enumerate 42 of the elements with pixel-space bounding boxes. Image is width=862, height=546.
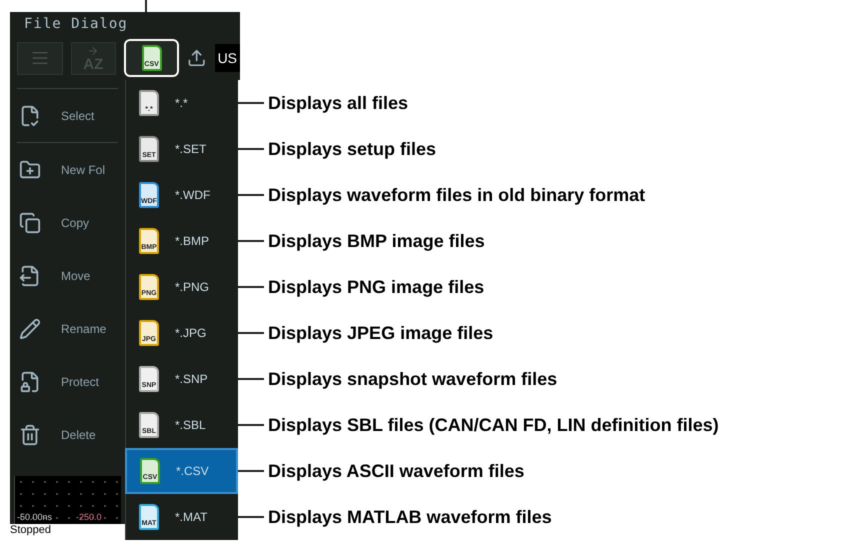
leader-line bbox=[238, 424, 264, 426]
menu-item[interactable]: Protect bbox=[17, 355, 118, 408]
callout-text: Displays waveform files in old binary format bbox=[268, 184, 646, 207]
menu-item[interactable]: Delete bbox=[17, 408, 118, 461]
menu-item[interactable]: New Fol bbox=[17, 143, 118, 196]
menu-icon bbox=[30, 49, 49, 67]
leader-line bbox=[238, 378, 264, 380]
arrow-icon bbox=[87, 44, 100, 56]
callout-text: Displays SBL files (CAN/CAN FD, LIN definition files) bbox=[268, 414, 719, 437]
menu-item[interactable]: Move bbox=[17, 249, 118, 302]
status-text: Stopped bbox=[10, 524, 51, 536]
copy-icon bbox=[19, 212, 41, 234]
leader-line bbox=[238, 286, 264, 288]
leader-line bbox=[238, 332, 264, 334]
callout-text: Displays MATLAB waveform files bbox=[268, 506, 552, 529]
callout-text: Displays setup files bbox=[268, 138, 436, 161]
file-arrow-icon bbox=[19, 264, 41, 286]
upload-icon[interactable] bbox=[187, 48, 207, 68]
callout-text: Displays JPEG image files bbox=[268, 322, 494, 345]
time-label: -50.00ns bbox=[17, 510, 52, 524]
leader-line bbox=[238, 194, 264, 196]
file-lock-icon bbox=[19, 370, 41, 392]
menu-item[interactable]: Select bbox=[17, 89, 118, 142]
file-check-icon bbox=[19, 104, 41, 126]
leader-line bbox=[238, 102, 264, 104]
leader-line bbox=[238, 148, 264, 150]
window-title: File Dialog bbox=[24, 14, 128, 34]
callout-text: Displays ASCII waveform files bbox=[268, 460, 524, 483]
trash-icon bbox=[19, 424, 41, 446]
pencil-icon bbox=[19, 318, 41, 340]
menu-item[interactable]: Rename bbox=[17, 302, 118, 355]
drive-field[interactable]: US bbox=[214, 44, 240, 72]
leader-line bbox=[238, 470, 264, 472]
callout-text: Displays all files bbox=[268, 92, 408, 115]
callout-text: Displays snapshot waveform files bbox=[268, 368, 558, 391]
menu-item[interactable]: Copy bbox=[17, 196, 118, 249]
folder-plus-icon bbox=[19, 158, 41, 180]
time-label: -250.0 bbox=[76, 510, 102, 524]
callout-text: Displays BMP image files bbox=[268, 230, 485, 253]
leader-line bbox=[238, 516, 264, 518]
leader-line bbox=[238, 240, 264, 242]
callout-text: Displays PNG image files bbox=[268, 276, 484, 299]
